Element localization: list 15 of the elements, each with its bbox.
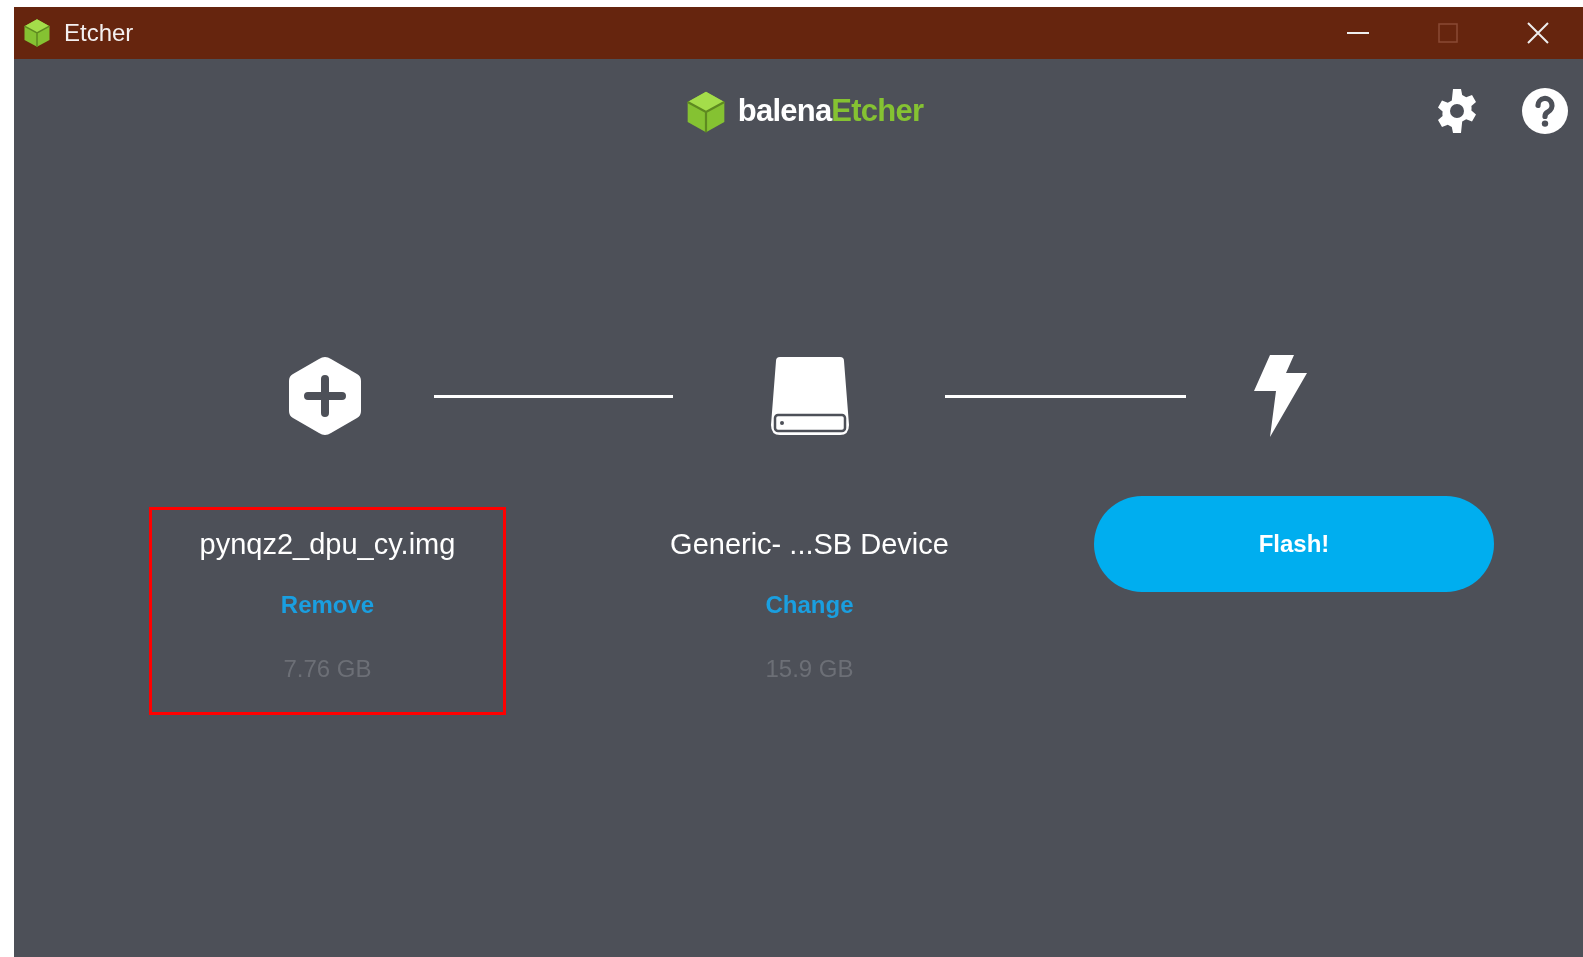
step-action-link[interactable]: Change xyxy=(765,590,854,620)
logo-text: balenaEtcher xyxy=(737,92,924,131)
app-icon xyxy=(22,18,52,48)
flash-button[interactable]: Flash! xyxy=(1094,496,1494,592)
maximize-icon xyxy=(1438,23,1458,43)
close-icon xyxy=(1527,22,1549,44)
file-name: pynqz2_dpu_cy.img xyxy=(199,527,456,562)
lightning-icon xyxy=(1252,355,1308,437)
help-icon[interactable] xyxy=(1521,87,1569,135)
step-action-link[interactable]: Remove xyxy=(280,590,375,620)
drive-icon[interactable] xyxy=(770,355,850,437)
add-image-icon[interactable] xyxy=(287,355,363,437)
minimize-icon xyxy=(1347,31,1369,35)
file-name: Generic- ...SB Device xyxy=(670,527,949,562)
window-title: Etcher xyxy=(64,18,134,48)
